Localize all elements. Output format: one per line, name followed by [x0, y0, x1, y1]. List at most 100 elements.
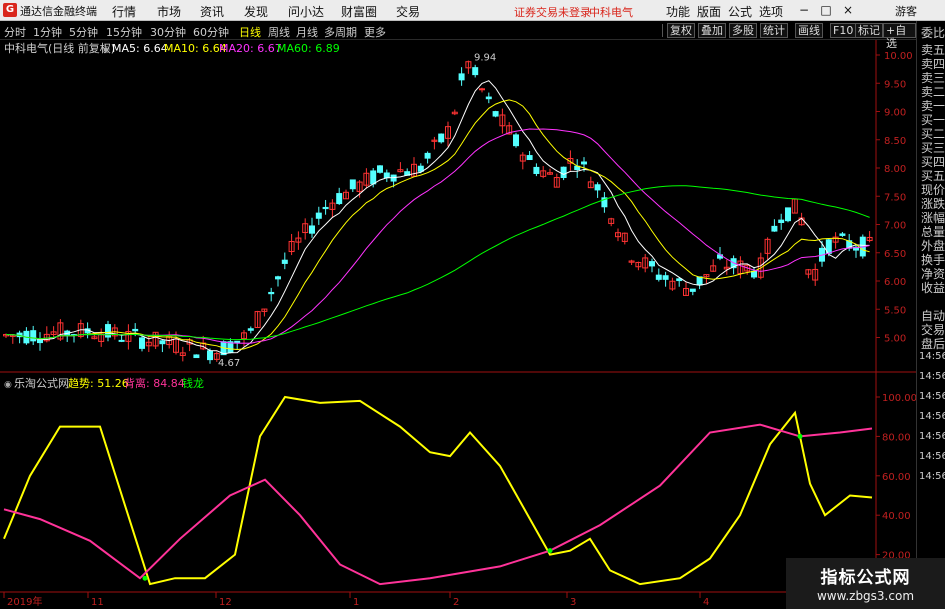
statistics-button[interactable]: 统计 [760, 23, 788, 38]
ma-legend-2: MA20: 6.67 [219, 42, 282, 55]
divergence-line [3, 423, 873, 586]
candle-body [309, 225, 315, 234]
candle-body [533, 166, 540, 174]
ma-legend-1: MA10: 6.64 [164, 42, 227, 55]
candle-body [472, 67, 479, 76]
price-tick-label: 8.50 [884, 136, 906, 147]
adjust-button[interactable]: 复权 [667, 23, 695, 38]
date-tick-label: 2 [453, 597, 459, 608]
price-tick-label: 6.50 [884, 249, 906, 260]
candle-body [778, 219, 785, 223]
candle-body [458, 73, 465, 81]
candle-body [581, 161, 587, 165]
indicator-tick-label: 60.00 [882, 472, 911, 483]
toolbar-divider [662, 24, 663, 37]
period-monthly[interactable]: 月线 [296, 24, 318, 40]
indicator-lines [3, 395, 873, 586]
minimize-icon[interactable]: − [796, 3, 812, 17]
period-60min[interactable]: 60分钟 [193, 24, 229, 40]
trade-time-28: 14:56 [919, 471, 945, 482]
period-intraday[interactable]: 分时 [4, 24, 26, 40]
trade-time-22: 14:56 [919, 351, 945, 362]
menu-formula[interactable]: 公式 [728, 3, 752, 20]
guest-label[interactable]: 游客 [895, 3, 917, 19]
menu-function[interactable]: 功能 [666, 3, 690, 20]
current-stock-name: 中科电气 [589, 6, 633, 19]
candle-body [676, 278, 683, 282]
menu-market-quotes[interactable]: 行情 [112, 3, 136, 20]
draw-line-button[interactable]: 画线 [795, 23, 823, 38]
chart-title: 中科电气(日线 前复权) [4, 41, 115, 55]
period-15min[interactable]: 15分钟 [106, 24, 142, 40]
candle-body [696, 276, 703, 286]
candle-body [322, 206, 329, 210]
trade-time-27: 14:56 [919, 451, 945, 462]
menu-layout[interactable]: 版面 [697, 3, 721, 20]
low-price-label: 4.67 [218, 358, 240, 369]
date-tick-label: 1 [353, 597, 359, 608]
date-tick-label: 11 [91, 597, 104, 608]
overlay-button[interactable]: 叠加 [698, 23, 726, 38]
app-logo-icon: G [3, 3, 17, 17]
period-weekly[interactable]: 周线 [268, 24, 290, 40]
trade-login-warning[interactable]: 证券交易未登录 [514, 4, 591, 20]
candle-body [383, 172, 390, 179]
candle-body [315, 212, 322, 219]
menu-news[interactable]: 资讯 [200, 3, 224, 20]
add-watchlist-button[interactable]: +自选 [883, 23, 916, 50]
menu-options[interactable]: 选项 [759, 3, 783, 20]
period-30min[interactable]: 30分钟 [150, 24, 186, 40]
ma20-line [5, 128, 870, 344]
quote-label-18: 收益 [921, 281, 945, 295]
candle-body [37, 339, 43, 344]
candle-body [785, 207, 791, 222]
watermark-url: www.zbgs3.com [816, 589, 915, 603]
multi-stock-button[interactable]: 多股 [729, 23, 757, 38]
trade-time-23: 14:56 [919, 371, 945, 382]
date-tick-label: 4 [703, 597, 709, 608]
f10-button[interactable]: F10 [830, 23, 857, 38]
close-icon[interactable]: × [840, 3, 856, 17]
period-daily[interactable]: 日线 [239, 24, 261, 40]
period-more[interactable]: 更多 [364, 24, 386, 40]
period-1min[interactable]: 1分钟 [33, 24, 62, 40]
price-tick-label: 6.00 [884, 277, 906, 288]
candle-body [247, 328, 254, 331]
candle-body [159, 340, 166, 345]
candle-body [268, 291, 275, 295]
candle-body [30, 330, 37, 342]
price-tick-label: 8.00 [884, 164, 906, 175]
indicator-legend-0: 趋势: 51.26 [68, 377, 129, 390]
candle-body [207, 350, 213, 361]
indicator-title: 乐淘公式网 [14, 377, 69, 390]
price-tick-label: 5.50 [884, 305, 906, 316]
watermark-title: 指标公式网 [820, 568, 911, 588]
mark-button[interactable]: 标记 [855, 23, 883, 38]
menu-bar: G 通达信金融终端 行情 市场 资讯 发现 问小达 财富圈 交易 证券交易未登录… [0, 0, 945, 21]
candle-body [689, 288, 696, 292]
quote-label-0: 委比 [921, 26, 945, 40]
quote-side-panel: 委比 卖五 卖四 卖三 卖二 卖一 买一 买二 买三 买四 买五 现价 涨跌 涨幅 总量 外盘 换手 净资 收益 自动… [916, 21, 945, 609]
menu-ask[interactable]: 问小达 [288, 3, 324, 20]
candle-body [492, 111, 499, 117]
chart-grid [0, 40, 916, 609]
quote-label-21: 盘后 [921, 337, 945, 351]
candle-body [118, 339, 125, 342]
menu-discover[interactable]: 发现 [244, 3, 268, 20]
maximize-icon[interactable]: □ [818, 3, 834, 17]
trend-line [3, 395, 873, 586]
menu-trade[interactable]: 交易 [396, 3, 420, 20]
candle-body [662, 275, 669, 280]
menu-market[interactable]: 市场 [157, 3, 181, 20]
signal-dot [142, 575, 148, 581]
candle-body [234, 340, 241, 344]
indicator-tick-label: 40.00 [882, 511, 911, 522]
kline-chart-area[interactable]: 10.00 9.50 9.00 8.50 8.00 7.50 7.00 6.50 6.00 5.5… [0, 40, 916, 609]
trade-time-26: 14:56 [919, 431, 945, 442]
date-tick-label: 3 [570, 597, 576, 608]
indicator-legend-1: 背离: 84.84 [124, 376, 185, 390]
period-multi[interactable]: 多周期 [324, 24, 357, 40]
period-5min[interactable]: 5分钟 [69, 24, 98, 40]
menu-wealth-circle[interactable]: 财富圈 [341, 3, 377, 20]
ma10-line [5, 99, 870, 351]
